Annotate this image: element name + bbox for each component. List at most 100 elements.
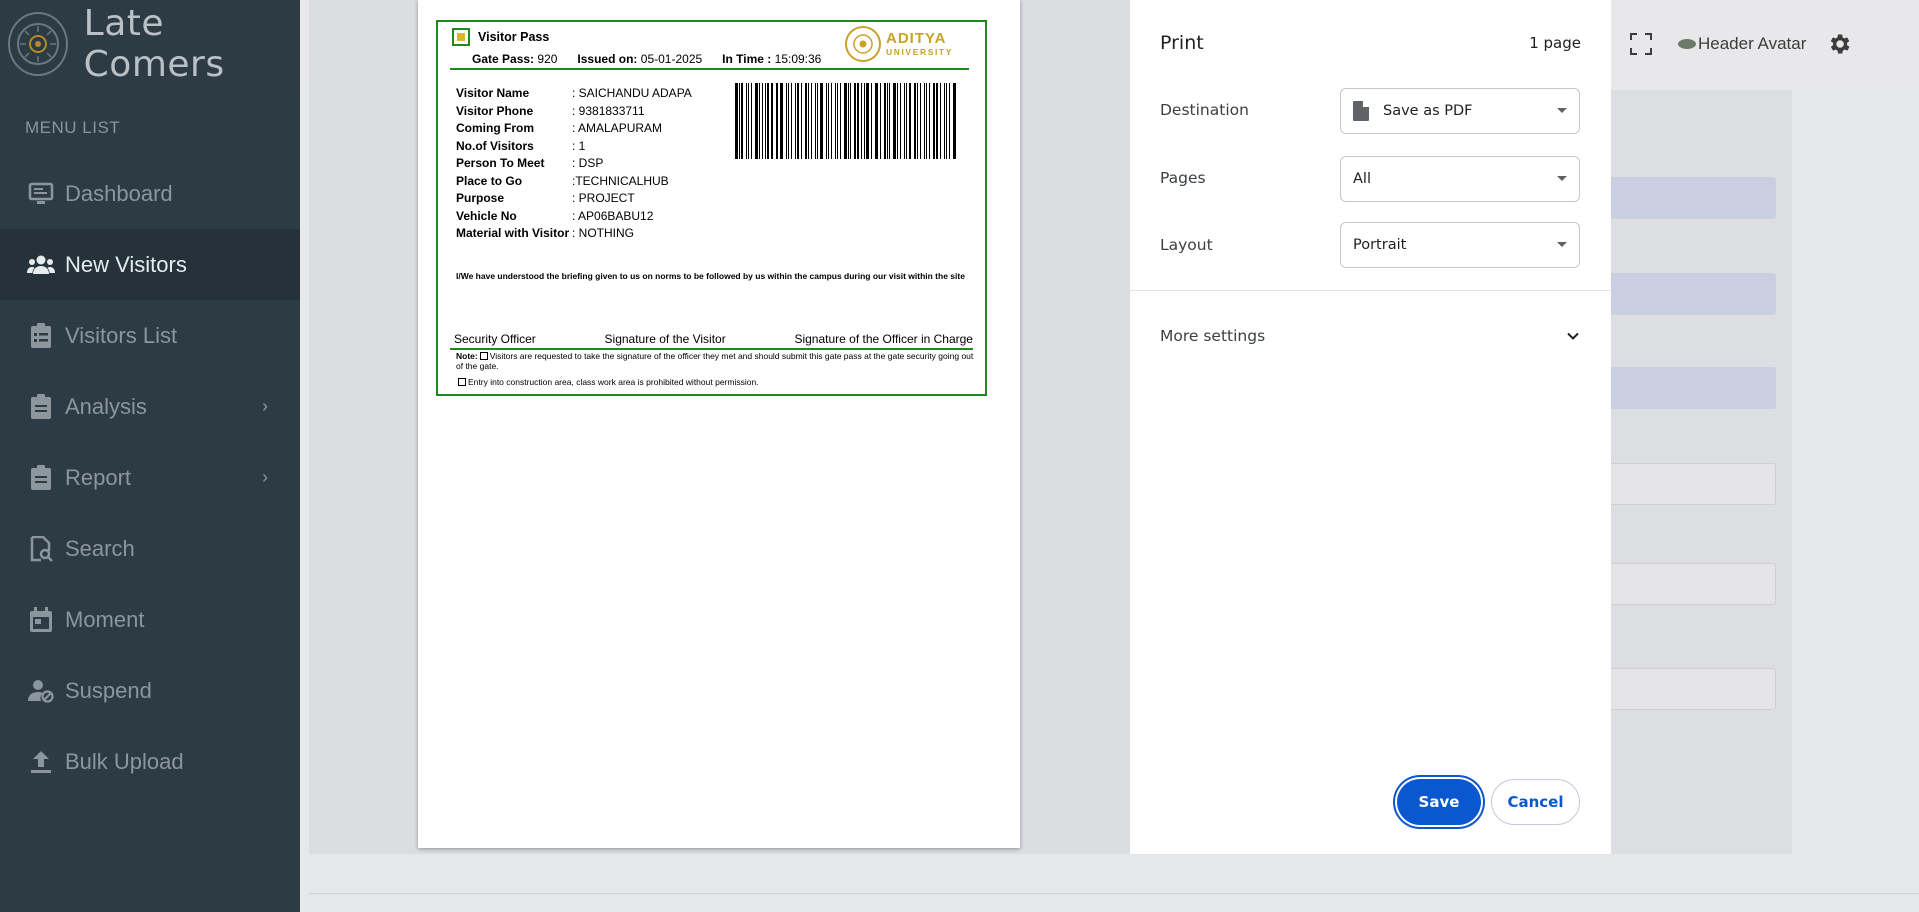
sidebar-item-visitors-list[interactable]: Visitors List bbox=[0, 300, 300, 371]
sidebar-item-report[interactable]: Report › bbox=[0, 442, 300, 513]
in-time-label: In Time : bbox=[722, 52, 772, 66]
barcode-bar bbox=[814, 83, 817, 159]
barcode-bar bbox=[844, 83, 847, 159]
sidebar-item-label: Dashboard bbox=[65, 180, 173, 206]
barcode-bar bbox=[825, 83, 828, 159]
university-seal-logo bbox=[8, 12, 68, 76]
barcode-bar bbox=[929, 83, 930, 159]
pass-header-rule bbox=[450, 68, 969, 70]
print-title: Print bbox=[1160, 32, 1204, 54]
background-footer bbox=[309, 854, 1919, 912]
sidebar-item-new-visitors[interactable]: New Visitors bbox=[0, 229, 300, 300]
pass-field-value: : PROJECT bbox=[572, 191, 635, 205]
pass-field-value: : AP06BABU12 bbox=[572, 208, 654, 223]
gate-pass-label: Gate Pass: bbox=[472, 52, 535, 66]
header-avatar-alt-text: Header Avatar bbox=[1698, 34, 1807, 53]
sig-officer-in-charge: Signature of the Officer in Charge bbox=[794, 332, 973, 346]
barcode-bar bbox=[906, 83, 907, 159]
sidebar-nav: Dashboard New Visitors Visitors List Analys… bbox=[0, 158, 300, 797]
users-icon bbox=[27, 251, 55, 279]
note-2-text: Entry into construction area, class work… bbox=[468, 377, 759, 387]
sidebar-item-search[interactable]: Search bbox=[0, 513, 300, 584]
pass-field-value: :TECHNICALHUB bbox=[572, 173, 669, 188]
pass-field-row: Coming From: AMALAPURAM bbox=[456, 121, 692, 139]
pass-field-value: : 1 bbox=[572, 138, 586, 153]
clipboard-icon bbox=[27, 393, 55, 421]
pass-header: Visitor Pass bbox=[452, 28, 549, 46]
barcode-bar bbox=[765, 83, 767, 159]
issued-label: Issued on: bbox=[577, 52, 638, 66]
more-settings-toggle[interactable]: More settings bbox=[1160, 316, 1581, 356]
barcode-bar bbox=[949, 83, 951, 159]
clipboard-icon bbox=[27, 464, 55, 492]
file-search-icon bbox=[27, 535, 55, 563]
pass-note-2: Entry into construction area, class work… bbox=[456, 377, 759, 387]
barcode-bar bbox=[805, 83, 807, 159]
barcode-bar bbox=[880, 83, 881, 159]
barcode-bar bbox=[917, 83, 918, 159]
fullscreen-icon[interactable] bbox=[1630, 33, 1652, 55]
user-block-icon bbox=[27, 677, 55, 705]
barcode-bar bbox=[735, 83, 738, 159]
cancel-button[interactable]: Cancel bbox=[1491, 779, 1580, 825]
destination-value: Save as PDF bbox=[1383, 103, 1473, 119]
sidebar-item-bulk-upload[interactable]: Bulk Upload bbox=[0, 726, 300, 797]
save-button[interactable]: Save bbox=[1397, 779, 1481, 825]
barcode-bar bbox=[870, 83, 872, 159]
pass-field-label: Purpose bbox=[456, 191, 505, 205]
pass-field-label: Person To Meet bbox=[456, 156, 545, 170]
aditya-university-logo: ADITYA UNIVERSITY bbox=[844, 26, 953, 62]
header-avatar[interactable]: Header Avatar bbox=[1678, 34, 1806, 54]
barcode-bar bbox=[801, 83, 803, 159]
brand-title: Late Comers bbox=[83, 3, 225, 85]
barcode-bar bbox=[840, 83, 842, 159]
barcode-bar bbox=[795, 83, 796, 159]
pass-field-value: : DSP bbox=[572, 156, 604, 170]
note-1-text: Visitors are requested to take the signa… bbox=[456, 351, 974, 371]
university-name: ADITYA bbox=[885, 30, 947, 48]
pass-logo-icon bbox=[452, 28, 470, 46]
layout-select[interactable]: Portrait bbox=[1340, 222, 1580, 268]
barcode-bar bbox=[847, 83, 849, 159]
checkbox-icon bbox=[479, 352, 488, 360]
destination-select[interactable]: Save as PDF bbox=[1340, 88, 1580, 134]
barcode-bar bbox=[854, 83, 856, 159]
pass-meta: Gate Pass: 920 Issued on: 05-01-2025 In … bbox=[472, 52, 821, 66]
barcode-bar bbox=[926, 83, 928, 159]
barcode-bar bbox=[777, 83, 779, 159]
pass-fields: Visitor Name: SAICHANDU ADAPA Visitor Pho… bbox=[456, 86, 692, 244]
barcode-bar bbox=[758, 83, 760, 159]
barcode-bar bbox=[745, 83, 747, 159]
barcode-bar bbox=[741, 83, 743, 159]
barcode-bar bbox=[874, 83, 876, 159]
barcode-bar bbox=[791, 83, 793, 159]
university-seal-icon bbox=[844, 26, 881, 62]
barcode bbox=[735, 83, 957, 159]
barcode-bar bbox=[767, 83, 769, 159]
sidebar-item-suspend[interactable]: Suspend bbox=[0, 655, 300, 726]
pass-field-label: Place to Go bbox=[456, 173, 523, 188]
print-preview-area: Visitor Pass Gate Pass: 920 Issued on: 0… bbox=[309, 0, 1130, 854]
barcode-bar bbox=[817, 83, 819, 159]
pass-field-row: Visitor Phone: 9381833711 bbox=[456, 104, 692, 122]
gear-icon[interactable] bbox=[1826, 31, 1852, 57]
barcode-bar bbox=[935, 83, 939, 159]
sidebar-item-dashboard[interactable]: Dashboard bbox=[0, 158, 300, 229]
pages-select[interactable]: All bbox=[1340, 156, 1580, 202]
sidebar-item-moment[interactable]: Moment bbox=[0, 584, 300, 655]
settings-divider bbox=[1130, 290, 1611, 291]
sidebar-item-analysis[interactable]: Analysis › bbox=[0, 371, 300, 442]
barcode-bar bbox=[876, 83, 879, 159]
brand[interactable]: Late Comers bbox=[0, 0, 300, 88]
dropdown-caret-icon bbox=[1557, 108, 1567, 113]
dropdown-caret-icon bbox=[1557, 242, 1567, 247]
pass-note-1: Note: Visitors are requested to take the … bbox=[456, 351, 980, 372]
barcode-bar bbox=[831, 83, 832, 159]
barcode-bar bbox=[896, 83, 898, 159]
pass-field-value: : AMALAPURAM bbox=[572, 121, 663, 135]
barcode-bar bbox=[810, 83, 812, 159]
pass-declaration: I/We have understood the briefing given … bbox=[456, 271, 965, 281]
sidebar-item-label: Bulk Upload bbox=[65, 748, 184, 774]
menu-section-title: MENU LIST bbox=[25, 118, 121, 137]
barcode-bar bbox=[837, 83, 839, 159]
